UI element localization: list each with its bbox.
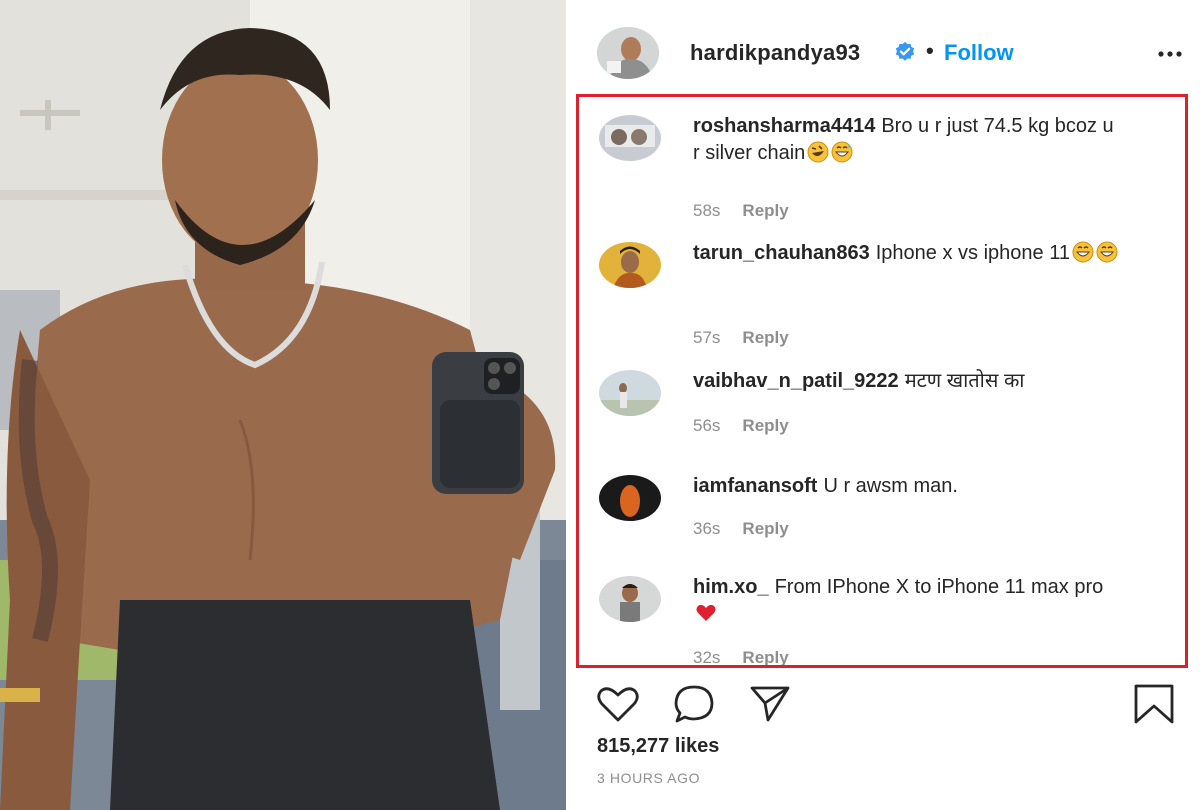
grin-sweat-emoji [831,141,853,163]
avatar-image [599,475,661,521]
comment-body: U r awsm man. [823,475,958,497]
red-heart-emoji [696,604,716,621]
comment-meta: 57s Reply [693,328,789,348]
grin-emoji [1096,241,1118,263]
comment-text: tarun_chauhan863 Iphone x vs iphone 11 [693,240,1123,267]
bookmark-icon[interactable] [1132,684,1176,724]
avatar-image [599,370,661,416]
more-options-icon[interactable] [1158,51,1182,57]
verified-badge-icon [895,41,915,61]
comment-time: 57s [693,328,721,347]
avatar[interactable] [599,115,661,161]
comment-meta: 56s Reply [693,416,789,436]
grin-emoji [1072,241,1094,263]
paper-plane-icon[interactable] [748,684,792,724]
post-photo[interactable] [0,0,566,810]
comment-time: 32s [693,648,721,667]
comment-text: iamfanansoft U r awsm man. [693,473,1123,500]
comment-username[interactable]: tarun_chauhan863 [693,242,870,264]
comment-meta: 32s Reply [693,648,789,667]
comment-bubble-icon[interactable] [672,684,716,724]
post-actions-bar [566,676,1200,726]
comment-meta: 58s Reply [693,201,789,221]
avatar[interactable] [599,576,661,622]
comment-meta: 36s Reply [693,519,789,539]
header-separator: • [926,38,934,63]
reply-button[interactable]: Reply [742,201,788,220]
reply-button[interactable]: Reply [742,416,788,435]
follow-button[interactable]: Follow [944,40,1014,66]
comment-username[interactable]: iamfanansoft [693,475,817,497]
reply-button[interactable]: Reply [742,648,788,665]
post-author-username[interactable]: hardikpandya93 [690,40,860,66]
avatar-image [597,27,659,79]
post-header: hardikpandya93 • Follow [566,0,1200,90]
comment-username[interactable]: him.xo_ [693,576,769,598]
heart-icon[interactable] [596,684,640,724]
comments-list[interactable]: roshansharma4414 Bro u r just 74.5 kg bco… [576,94,1188,668]
avatar[interactable] [597,27,659,79]
avatar[interactable] [599,242,661,288]
comment-body: Iphone x vs iphone 11 [875,242,1070,264]
post-photo-illustration [0,0,566,810]
post-timestamp: 3 HOURS AGO [597,770,701,786]
comment-text: him.xo_ From IPhone X to iPhone 11 max pr… [693,574,1123,628]
avatar[interactable] [599,475,661,521]
reply-button[interactable]: Reply [742,519,788,538]
avatar-image [599,242,661,288]
avatar-image [599,115,661,161]
comment-body: From IPhone X to iPhone 11 max pro [774,576,1104,598]
post-side-panel: hardikpandya93 • Follow roshansharma4414… [566,0,1200,810]
reply-button[interactable]: Reply [742,328,788,347]
comment-username[interactable]: vaibhav_n_patil_9222 [693,370,899,392]
comment-time: 56s [693,416,721,435]
comment-text: vaibhav_n_patil_9222 मटण खातोस का [693,368,1123,395]
comment-time: 36s [693,519,721,538]
likes-count[interactable]: 815,277 likes [597,735,719,758]
rofl-emoji [807,141,829,163]
comment-username[interactable]: roshansharma4414 [693,115,875,137]
avatar[interactable] [599,370,661,416]
comment-body: मटण खातोस का [904,370,1025,392]
avatar-image [599,576,661,622]
comment-time: 58s [693,201,721,220]
comment-text: roshansharma4414 Bro u r just 74.5 kg bco… [693,113,1123,167]
